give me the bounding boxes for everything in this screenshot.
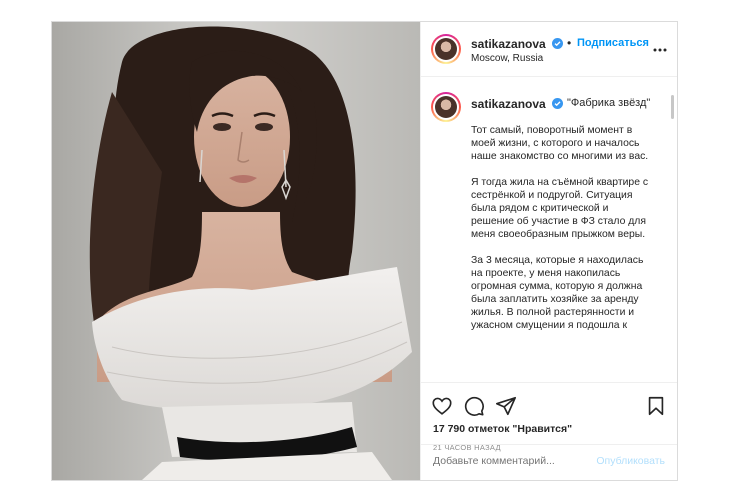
comments-scrollbar[interactable] xyxy=(671,95,674,119)
add-comment-bar: Опубликовать xyxy=(421,444,677,480)
post-side-panel: satikazanova • Подписаться Moscow, Russi… xyxy=(420,22,677,480)
post-photo[interactable] xyxy=(52,22,420,480)
likes-count[interactable]: 17 790 отметок "Нравится" xyxy=(433,423,572,435)
follow-button[interactable]: Подписаться xyxy=(577,37,649,49)
caption-username[interactable]: satikazanova xyxy=(471,97,546,111)
comment-icon[interactable] xyxy=(463,395,485,417)
caption-paragraph: За 3 месяца, которые я находилась на про… xyxy=(471,255,644,331)
verified-badge-icon xyxy=(552,38,563,49)
caption-text: Тот самый, поворотный момент в моей жизн… xyxy=(471,124,651,345)
publish-button[interactable]: Опубликовать xyxy=(596,455,665,467)
bookmark-icon[interactable] xyxy=(645,395,667,417)
location-link[interactable]: Moscow, Russia xyxy=(471,53,543,64)
verified-badge-icon xyxy=(552,98,563,109)
caption-title: "Фабрика звёзд" xyxy=(567,97,651,109)
comment-input[interactable] xyxy=(433,455,583,467)
caption-paragraph: Тот самый, поворотный момент в моей жизн… xyxy=(471,125,649,162)
instagram-post: satikazanova • Подписаться Moscow, Russi… xyxy=(51,21,678,481)
woman-portrait-image xyxy=(52,22,420,480)
post-header: satikazanova • Подписаться Moscow, Russi… xyxy=(421,22,677,77)
more-options-icon[interactable] xyxy=(653,39,667,55)
caption-paragraph: Я тогда жила на съёмной квартире с сестр… xyxy=(471,177,649,240)
caption-avatar[interactable] xyxy=(431,92,461,122)
separator-dot: • xyxy=(567,36,572,50)
author-username[interactable]: satikazanova xyxy=(471,37,546,51)
comments-area[interactable]: satikazanova "Фабрика звёзд" Тот самый, … xyxy=(421,77,677,382)
share-icon[interactable] xyxy=(495,395,517,417)
heart-icon[interactable] xyxy=(431,395,453,417)
author-avatar[interactable] xyxy=(431,34,461,64)
